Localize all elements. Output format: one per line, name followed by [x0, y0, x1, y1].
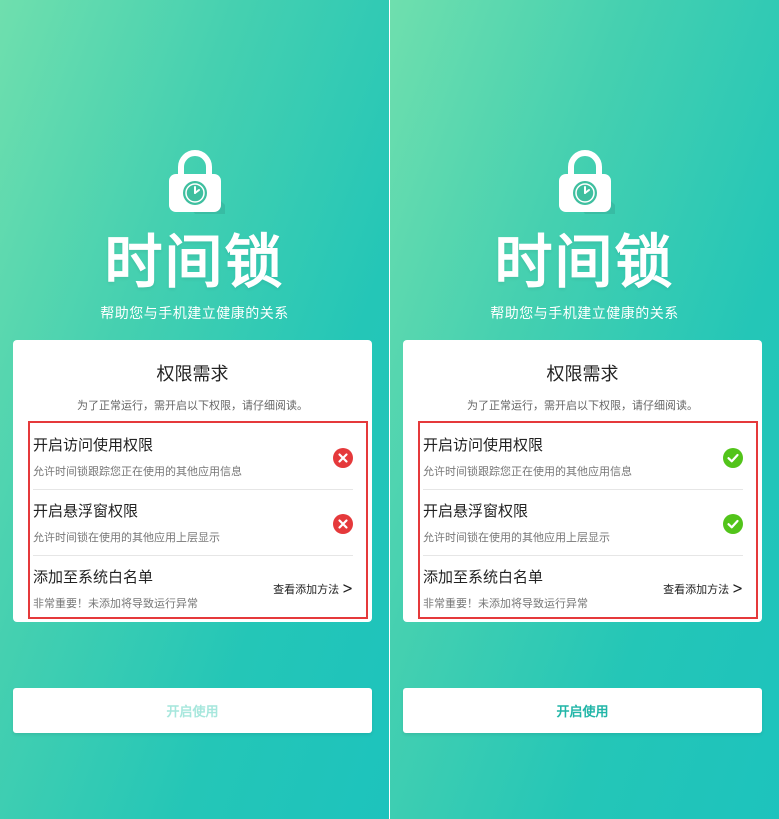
app-tagline: 帮助您与手机建立健康的关系 — [100, 306, 289, 322]
card-subtitle: 为了正常运行，需开启以下权限，请仔细阅读。 — [467, 399, 698, 412]
permission-title: 开启访问使用权限 — [423, 436, 544, 454]
permission-title: 开启访问使用权限 — [33, 436, 154, 454]
permission-description: 允许时间锁在使用的其他应用上层显示 — [33, 531, 220, 544]
card-title: 权限需求 — [156, 364, 229, 385]
separator — [423, 489, 743, 490]
card-subtitle: 为了正常运行，需开启以下权限，请仔细阅读。 — [77, 399, 308, 412]
app-tagline: 帮助您与手机建立健康的关系 — [490, 306, 679, 322]
permission-title: 添加至系统白名单 — [423, 568, 544, 586]
view-add-method-link[interactable]: 查看添加方法 > — [663, 580, 743, 599]
error-x-icon[interactable] — [333, 448, 353, 468]
permission-title: 开启悬浮窗权限 — [33, 502, 139, 520]
start-button[interactable]: 开启使用 — [403, 688, 762, 733]
permission-whitelist: 添加至系统白名单 非常重要！未添加将导致运行异常 查看添加方法 > — [423, 562, 743, 622]
permission-usage-access[interactable]: 开启访问使用权限 允许时间锁跟踪您正在使用的其他应用信息 — [33, 430, 353, 490]
permission-overlay[interactable]: 开启悬浮窗权限 允许时间锁在使用的其他应用上层显示 — [33, 496, 353, 556]
permission-description: 非常重要！未添加将导致运行异常 — [423, 597, 588, 610]
permission-whitelist: 添加至系统白名单 非常重要！未添加将导致运行异常 查看添加方法 > — [33, 562, 353, 622]
app-title: 时间锁 — [494, 228, 675, 296]
permission-title: 添加至系统白名单 — [33, 568, 154, 586]
separator — [33, 555, 353, 556]
card-title: 权限需求 — [546, 364, 619, 385]
view-add-method-link[interactable]: 查看添加方法 > — [273, 580, 353, 599]
chevron-right-icon: > — [342, 580, 353, 599]
check-icon — [723, 514, 743, 534]
error-x-icon[interactable] — [333, 514, 353, 534]
permission-usage-access[interactable]: 开启访问使用权限 允许时间锁跟踪您正在使用的其他应用信息 — [423, 430, 743, 490]
link-label: 查看添加方法 — [273, 583, 340, 596]
screen-after: 时间锁 帮助您与手机建立健康的关系 权限需求 为了正常运行，需开启以下权限，请仔… — [390, 0, 779, 819]
permission-card: 权限需求 为了正常运行，需开启以下权限，请仔细阅读。 开启访问使用权限 允许时间… — [13, 340, 372, 622]
permission-description: 允许时间锁跟踪您正在使用的其他应用信息 — [33, 465, 242, 478]
permission-description: 允许时间锁跟踪您正在使用的其他应用信息 — [423, 465, 632, 478]
permission-overlay[interactable]: 开启悬浮窗权限 允许时间锁在使用的其他应用上层显示 — [423, 496, 743, 556]
check-icon — [723, 448, 743, 468]
link-label: 查看添加方法 — [663, 583, 730, 596]
lock-clock-icon — [169, 150, 225, 214]
chevron-right-icon: > — [732, 580, 743, 599]
permission-title: 开启悬浮窗权限 — [423, 502, 529, 520]
permission-description: 非常重要！未添加将导致运行异常 — [33, 597, 198, 610]
permission-card: 权限需求 为了正常运行，需开启以下权限，请仔细阅读。 开启访问使用权限 允许时间… — [403, 340, 762, 622]
start-button[interactable]: 开启使用 — [13, 688, 372, 733]
screen-before: 时间锁 帮助您与手机建立健康的关系 权限需求 为了正常运行，需开启以下权限，请仔… — [0, 0, 389, 819]
app-title: 时间锁 — [104, 228, 285, 296]
lock-clock-icon — [559, 150, 615, 214]
separator — [33, 489, 353, 490]
permission-description: 允许时间锁在使用的其他应用上层显示 — [423, 531, 610, 544]
separator — [423, 555, 743, 556]
